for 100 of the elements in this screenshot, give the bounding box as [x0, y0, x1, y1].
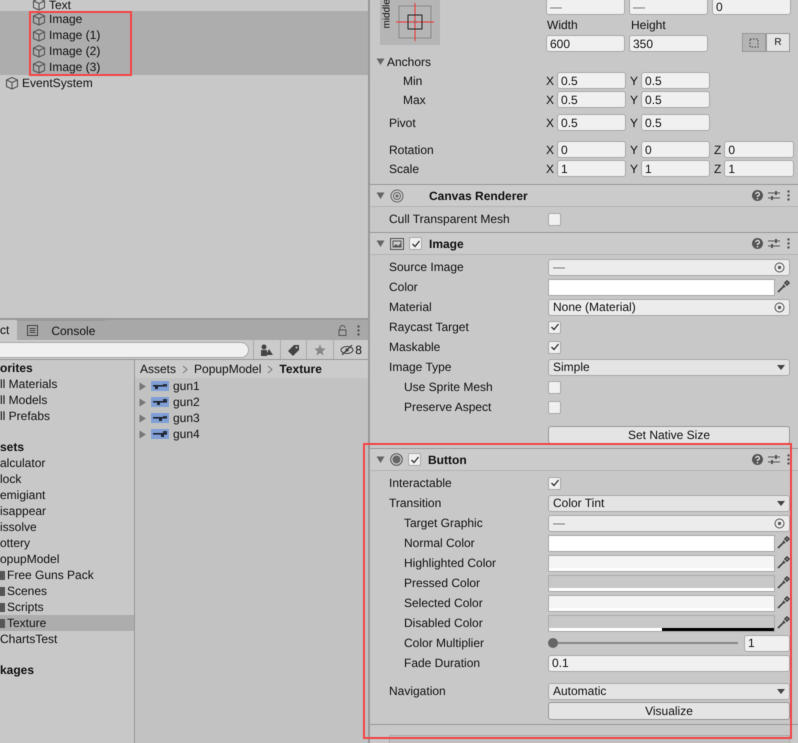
folder-item[interactable]: lock: [0, 471, 134, 487]
breadcrumb-link[interactable]: Assets: [140, 362, 176, 376]
panel-tab[interactable]: ct: [0, 320, 18, 340]
number-field[interactable]: 350: [629, 35, 708, 52]
dropdown[interactable]: Color Tint: [548, 494, 790, 512]
collapse-arrow-icon[interactable]: [376, 239, 385, 248]
action-button[interactable]: Visualize: [548, 702, 790, 720]
folder-item[interactable]: kages: [0, 662, 134, 678]
number-field[interactable]: 0: [724, 141, 794, 158]
lock-icon[interactable]: [338, 324, 347, 336]
folder-item[interactable]: sets: [0, 439, 134, 455]
color-swatch[interactable]: [548, 574, 775, 592]
folder-item[interactable]: emigiant: [0, 487, 134, 503]
folder-item[interactable]: Texture: [0, 615, 134, 631]
help-icon[interactable]: [752, 190, 763, 201]
folder-item[interactable]: Scripts: [0, 599, 134, 615]
checkbox[interactable]: [548, 212, 561, 226]
breadcrumb-link[interactable]: PopupModel: [194, 362, 262, 376]
checkbox[interactable]: [548, 476, 561, 490]
eyedropper-icon[interactable]: [776, 616, 790, 630]
raw-edit-button[interactable]: R: [766, 33, 790, 52]
settings-sliders-icon[interactable]: [768, 238, 780, 249]
checkbox[interactable]: [548, 400, 561, 414]
expand-arrow-icon[interactable]: [138, 430, 147, 438]
color-swatch[interactable]: [548, 614, 775, 632]
number-field[interactable]: 0.5: [641, 114, 710, 131]
color-swatch[interactable]: [548, 594, 775, 612]
expand-arrow-icon[interactable]: [138, 414, 147, 422]
dropdown[interactable]: Simple: [548, 358, 790, 376]
folder-item[interactable]: isappear: [0, 503, 134, 519]
blueprint-mode-button[interactable]: [742, 33, 766, 52]
folder-item[interactable]: ll Models: [0, 392, 134, 408]
number-field[interactable]: 0.5: [641, 91, 710, 108]
more-icon[interactable]: [787, 238, 790, 249]
number-field[interactable]: 0: [641, 141, 710, 158]
folder-item[interactable]: Free Guns Pack: [0, 567, 134, 583]
dropdown[interactable]: Automatic: [548, 682, 790, 700]
action-button[interactable]: Set Native Size: [548, 426, 790, 444]
settings-sliders-icon[interactable]: [768, 454, 780, 465]
asset-item[interactable]: gun2: [135, 394, 368, 410]
eyedropper-icon[interactable]: [776, 556, 790, 570]
folder-item[interactable]: ottery: [0, 535, 134, 551]
hierarchy-item[interactable]: Image (2): [0, 43, 368, 59]
number-field[interactable]: 0.5: [557, 114, 626, 131]
color-swatch[interactable]: [548, 534, 775, 552]
expand-arrow-icon[interactable]: [138, 398, 147, 406]
folder-item[interactable]: ll Prefabs: [0, 408, 134, 424]
slider[interactable]: [548, 638, 738, 648]
eyedropper-icon[interactable]: [776, 280, 790, 294]
hierarchy-item[interactable]: Image: [0, 11, 368, 27]
eyedropper-icon[interactable]: [776, 576, 790, 590]
folder-item[interactable]: Scenes: [0, 583, 134, 599]
collapse-arrow-icon[interactable]: [376, 455, 385, 464]
checkbox[interactable]: [548, 340, 561, 354]
asset-item[interactable]: gun3: [135, 410, 368, 426]
number-field[interactable]: 600: [546, 35, 625, 52]
eyedropper-icon[interactable]: [776, 536, 790, 550]
folder-item[interactable]: opupModel: [0, 551, 134, 567]
help-icon[interactable]: [752, 454, 763, 465]
enable-checkbox[interactable]: [408, 453, 421, 466]
number-field[interactable]: 0.5: [557, 91, 626, 108]
number-field[interactable]: 0.5: [557, 72, 626, 89]
more-icon[interactable]: [787, 190, 790, 201]
enable-checkbox[interactable]: [409, 237, 422, 250]
checkbox[interactable]: [548, 320, 561, 334]
eyedropper-icon[interactable]: [776, 596, 790, 610]
number-field[interactable]: 0.1: [548, 654, 790, 672]
number-field[interactable]: 0: [712, 0, 791, 15]
object-field[interactable]: None (Material): [548, 298, 790, 316]
number-field[interactable]: 0: [557, 141, 626, 158]
target-icon[interactable]: [774, 302, 785, 312]
object-field[interactable]: —: [548, 258, 790, 276]
checkbox[interactable]: [548, 380, 561, 394]
number-field[interactable]: —: [629, 0, 708, 15]
number-field[interactable]: 1: [557, 160, 626, 177]
hierarchy-item[interactable]: Image (1): [0, 27, 368, 43]
asset-item[interactable]: gun1: [135, 378, 368, 394]
number-field[interactable]: 0.5: [641, 72, 710, 89]
more-icon[interactable]: [787, 454, 790, 465]
target-icon[interactable]: [774, 262, 785, 272]
folder-item[interactable]: ChartsTest: [0, 631, 134, 647]
number-field[interactable]: 1: [744, 634, 790, 652]
search-field[interactable]: [0, 342, 249, 358]
expand-arrow-icon[interactable]: [138, 382, 147, 390]
number-field[interactable]: 1: [724, 160, 794, 177]
folder-item[interactable]: alculator: [0, 455, 134, 471]
target-icon[interactable]: [774, 518, 785, 528]
collapse-arrow-icon[interactable]: [376, 191, 385, 200]
more-icon[interactable]: [357, 324, 360, 336]
color-swatch[interactable]: [548, 554, 775, 572]
hierarchy-item[interactable]: Text: [0, 0, 368, 11]
help-icon[interactable]: [752, 238, 763, 249]
folder-item[interactable]: orites: [0, 360, 134, 376]
folder-item[interactable]: ll Materials: [0, 376, 134, 392]
breadcrumb-link[interactable]: Texture: [279, 362, 322, 376]
number-field[interactable]: —: [546, 0, 625, 15]
asset-item[interactable]: gun4: [135, 426, 368, 442]
settings-sliders-icon[interactable]: [768, 190, 780, 201]
color-swatch[interactable]: [548, 278, 775, 296]
object-field[interactable]: —: [548, 514, 790, 532]
